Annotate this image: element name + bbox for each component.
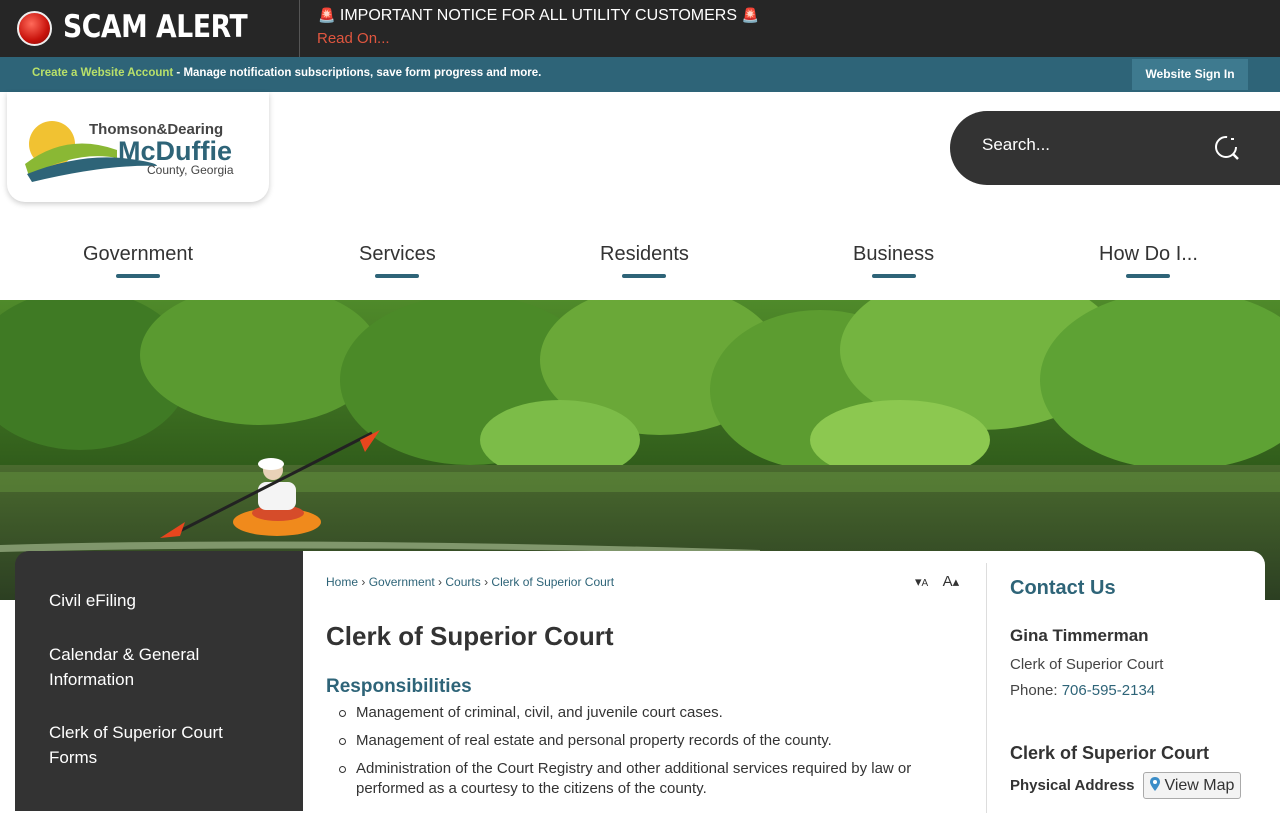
contact-name: Gina Timmerman <box>1010 626 1149 645</box>
scam-alert-title: SCAM ALERT <box>63 9 248 45</box>
phone-link[interactable]: 706-595-2134 <box>1062 682 1155 699</box>
nav-residents[interactable]: Residents <box>600 243 689 278</box>
alert-notice-text: IMPORTANT NOTICE FOR ALL UTILITY CUSTOME… <box>339 7 737 24</box>
office-heading: Clerk of Superior Court <box>1010 743 1210 763</box>
alert-notice[interactable]: 🚨 IMPORTANT NOTICE FOR ALL UTILITY CUSTO… <box>318 7 759 25</box>
siren-icon: 🚨 <box>318 7 336 23</box>
account-bar: Create a Website Account - Manage notifi… <box>0 57 1280 92</box>
search-input[interactable] <box>982 135 1202 155</box>
nav-label: Services <box>359 243 436 265</box>
breadcrumb-courts[interactable]: Courts <box>445 575 480 589</box>
main-content: Home › Government › Courts › Clerk of Su… <box>303 551 1265 813</box>
nav-underline <box>116 274 161 278</box>
sidebar-item-forms[interactable]: Clerk of Superior Court Forms <box>49 720 269 770</box>
phone-label: Phone: <box>1010 682 1062 699</box>
search-bar <box>950 111 1280 185</box>
view-map-label: View Map <box>1164 777 1235 794</box>
logo-graphic: Thomson&Dearing McDuffie County, Georgia <box>25 121 234 182</box>
page-title: Clerk of Superior Court <box>326 621 614 651</box>
breadcrumb-home[interactable]: Home <box>326 575 358 589</box>
contact-role: Clerk of Superior Court <box>1010 656 1164 673</box>
nav-label: Business <box>853 243 935 265</box>
nav-government[interactable]: Government <box>83 243 193 278</box>
search-button[interactable] <box>1212 133 1242 163</box>
list-item: Management of criminal, civil, and juven… <box>339 703 956 723</box>
scam-alert-bar: SCAM ALERT 🚨 IMPORTANT NOTICE FOR ALL UT… <box>0 0 1280 57</box>
content-divider <box>986 563 987 813</box>
siren-icon: 🚨 <box>741 7 759 23</box>
sidebar-item-civil-efiling[interactable]: Civil eFiling <box>49 588 269 613</box>
view-map-button[interactable]: View Map <box>1143 772 1242 799</box>
nav-label: Residents <box>600 243 689 265</box>
increase-font-button[interactable]: A▴ <box>942 573 960 590</box>
nav-business[interactable]: Business <box>853 243 934 278</box>
physical-address-label: Physical Address <box>1010 777 1135 794</box>
nav-underline <box>871 274 916 278</box>
breadcrumb: Home › Government › Courts › Clerk of Su… <box>326 575 615 589</box>
contact-heading: Contact Us <box>1010 577 1116 599</box>
website-sign-in-button[interactable]: Website Sign In <box>1132 59 1248 90</box>
logo-line2: McDuffie <box>118 136 232 166</box>
decrease-font-button[interactable]: ▾A <box>915 574 928 589</box>
breadcrumb-current[interactable]: Clerk of Superior Court <box>491 575 614 589</box>
create-account-link[interactable]: Create a Website Account <box>32 67 173 79</box>
site-logo[interactable]: Thomson&Dearing McDuffie County, Georgia <box>7 92 269 202</box>
sidebar-item-calendar[interactable]: Calendar & General Information <box>49 642 269 692</box>
responsibilities-list: Management of criminal, civil, and juven… <box>339 703 956 807</box>
nav-services[interactable]: Services <box>359 243 436 278</box>
increase-font-label: A <box>942 573 953 590</box>
account-description: - Manage notification subscriptions, sav… <box>173 67 542 79</box>
section-sidebar: Civil eFiling Calendar & General Informa… <box>15 551 303 811</box>
list-item: Administration of the Court Registry and… <box>339 759 956 799</box>
search-icon <box>1215 136 1239 160</box>
nav-how-do-i[interactable]: How Do I... <box>1099 243 1198 278</box>
nav-underline <box>375 274 420 278</box>
list-item: Management of real estate and personal p… <box>339 731 956 751</box>
map-pin-icon <box>1150 777 1160 791</box>
alert-light-icon <box>17 11 52 46</box>
account-bar-text: Create a Website Account - Manage notifi… <box>32 67 541 79</box>
nav-label: Government <box>83 243 194 265</box>
decrease-font-label: A <box>921 578 929 589</box>
breadcrumb-government[interactable]: Government <box>369 575 435 589</box>
nav-underline <box>1126 274 1171 278</box>
contact-phone: Phone: 706-595-2134 <box>1010 682 1155 699</box>
font-size-controls: ▾A A▴ <box>915 573 959 590</box>
read-on-link[interactable]: Read On... <box>317 30 390 47</box>
logo-line3: County, Georgia <box>147 163 234 177</box>
section-heading: Responsibilities <box>326 676 472 697</box>
nav-label: How Do I... <box>1099 243 1198 265</box>
scam-alert-label[interactable]: SCAM ALERT <box>0 0 300 57</box>
main-navigation: Government Services Residents Business H… <box>0 240 1280 290</box>
nav-underline <box>622 274 667 278</box>
